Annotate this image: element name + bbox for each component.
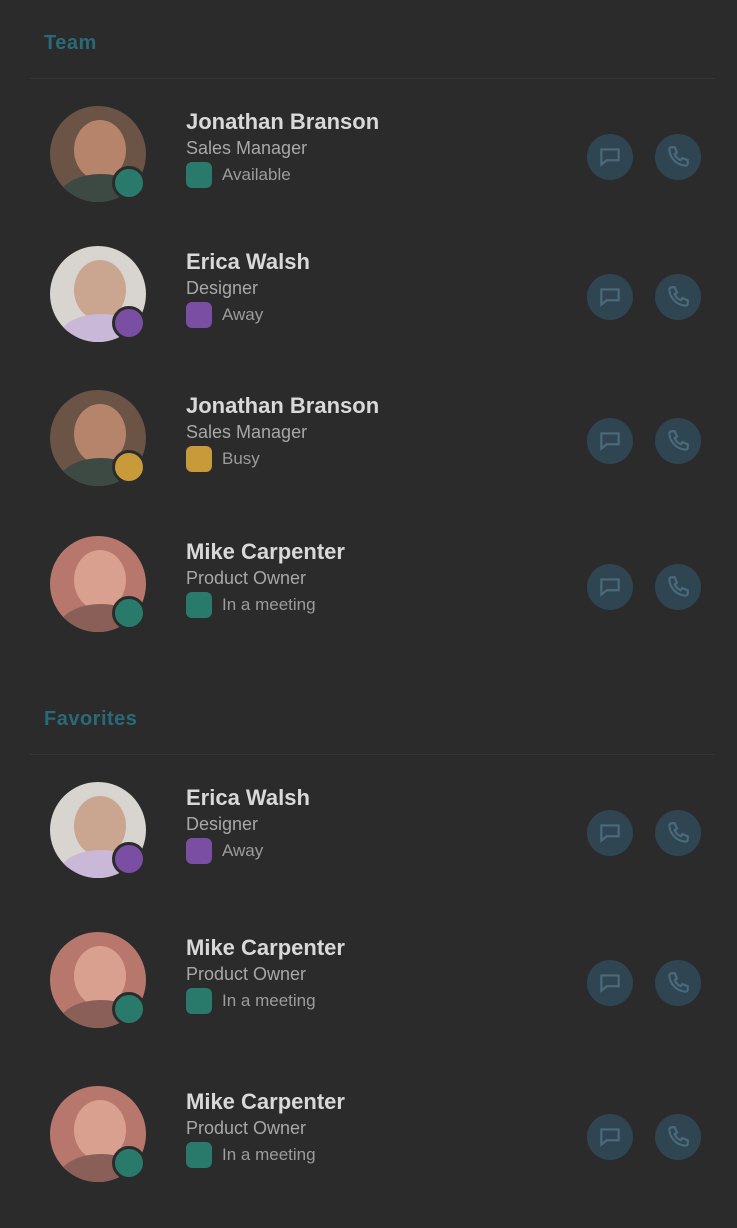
call-button[interactable] (655, 960, 701, 1006)
contact-row[interactable]: Jonathan Branson Sales Manager Available (30, 96, 715, 226)
presence-badge (112, 596, 146, 630)
contacts-list-page: Team Jonathan Branson Sales Manager Avai… (0, 0, 737, 1228)
call-button[interactable] (655, 134, 701, 180)
status-indicator (186, 446, 212, 472)
chat-button[interactable] (587, 1114, 633, 1160)
presence-badge (112, 166, 146, 200)
call-button[interactable] (655, 274, 701, 320)
presence-badge (112, 306, 146, 340)
chat-button[interactable] (587, 810, 633, 856)
contact-title: Sales Manager (186, 422, 308, 442)
presence-badge (112, 992, 146, 1026)
status-text: In a meeting (222, 595, 316, 614)
contact-title: Product Owner (186, 568, 307, 588)
contact-row[interactable]: Erica Walsh Designer Away (30, 236, 715, 366)
contact-name: Mike Carpenter (186, 539, 345, 564)
call-icon (668, 822, 689, 843)
call-icon (668, 430, 689, 451)
call-icon (668, 576, 689, 597)
contact-title: Designer (186, 278, 259, 298)
chat-button[interactable] (587, 274, 633, 320)
contact-row[interactable]: Mike Carpenter Product Owner In a meetin… (30, 922, 715, 1052)
contact-name: Mike Carpenter (186, 935, 345, 960)
status-indicator (186, 838, 212, 864)
chat-button[interactable] (587, 418, 633, 464)
call-button[interactable] (655, 564, 701, 610)
contact-title: Sales Manager (186, 138, 308, 158)
contact-name: Jonathan Branson (186, 393, 380, 418)
section-divider (30, 78, 715, 79)
status-indicator (186, 302, 212, 328)
contact-row[interactable]: Erica Walsh Designer Away (30, 772, 715, 902)
call-button[interactable] (655, 810, 701, 856)
presence-badge (112, 1146, 146, 1180)
contact-title: Product Owner (186, 1118, 307, 1138)
chat-icon (600, 1128, 620, 1147)
status-text: Away (222, 305, 264, 324)
chat-icon (600, 824, 620, 843)
chat-icon (600, 432, 620, 451)
contact-title: Product Owner (186, 964, 307, 984)
status-text: In a meeting (222, 1145, 316, 1164)
contact-row[interactable]: Mike Carpenter Product Owner In a meetin… (30, 526, 715, 656)
contact-name: Erica Walsh (186, 249, 310, 274)
section-divider (30, 754, 715, 755)
chat-icon (600, 148, 620, 167)
status-text: Away (222, 841, 264, 860)
chat-icon (600, 288, 620, 307)
call-button[interactable] (655, 418, 701, 464)
call-button[interactable] (655, 1114, 701, 1160)
presence-badge (112, 842, 146, 876)
status-indicator (186, 162, 212, 188)
status-indicator (186, 988, 212, 1014)
contact-row[interactable]: Mike Carpenter Product Owner In a meetin… (30, 1076, 715, 1206)
contact-title: Designer (186, 814, 259, 834)
chat-button[interactable] (587, 960, 633, 1006)
contact-name: Jonathan Branson (186, 109, 380, 134)
section-header-team: Team (44, 32, 97, 54)
chat-icon (600, 578, 620, 597)
status-indicator (186, 592, 212, 618)
contact-name: Mike Carpenter (186, 1089, 345, 1114)
call-icon (668, 286, 689, 307)
presence-badge (112, 450, 146, 484)
status-text: Available (222, 165, 291, 184)
status-indicator (186, 1142, 212, 1168)
contact-row[interactable]: Jonathan Branson Sales Manager Busy (30, 380, 715, 510)
call-icon (668, 1126, 689, 1147)
chat-icon (600, 974, 620, 993)
section-header-favorites: Favorites (44, 708, 138, 730)
chat-button[interactable] (587, 134, 633, 180)
status-text: Busy (222, 449, 260, 468)
chat-button[interactable] (587, 564, 633, 610)
status-text: In a meeting (222, 991, 316, 1010)
call-icon (668, 146, 689, 167)
contact-name: Erica Walsh (186, 785, 310, 810)
call-icon (668, 972, 689, 993)
